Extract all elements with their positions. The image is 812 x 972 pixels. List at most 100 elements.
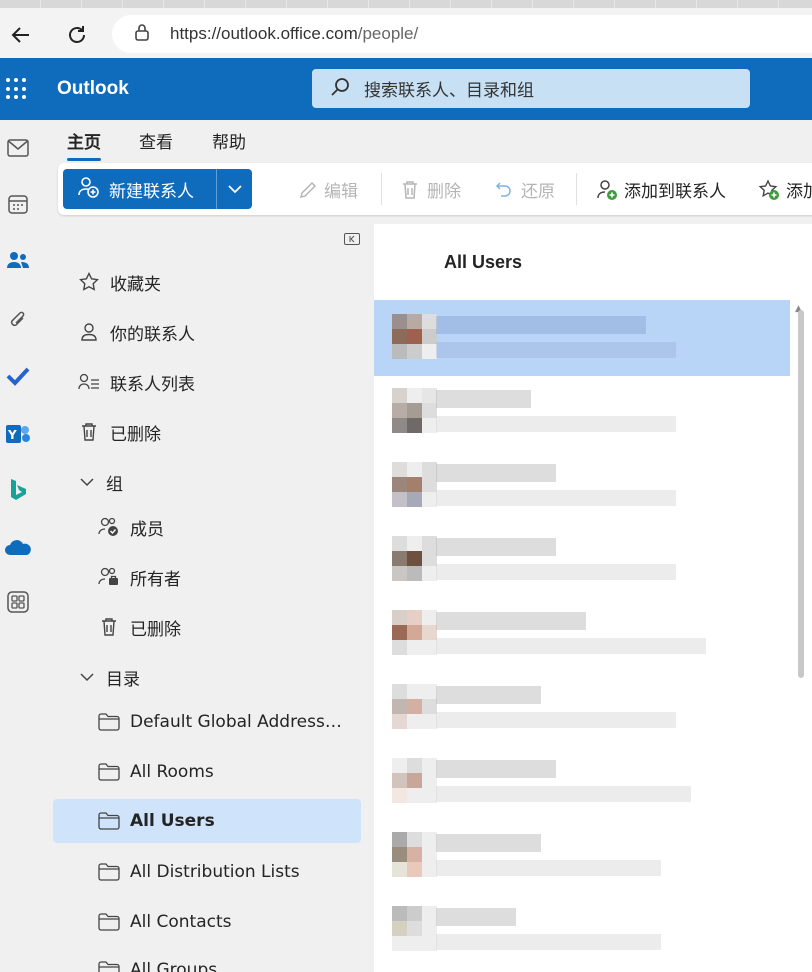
app-brand[interactable]: Outlook [57,78,129,100]
folder-all-groups[interactable]: All Groups [48,948,362,972]
add-partial-label: 添加 [786,182,812,202]
refresh-icon[interactable] [62,20,92,50]
redacted-detail [436,342,676,358]
folder-label: 所有者 [130,569,181,590]
url-text[interactable]: https://outlook.office.com/people/ [170,24,418,44]
people-icon[interactable] [4,246,32,274]
restore-button[interactable]: 还原 [495,177,555,202]
redacted-detail [436,786,691,802]
redacted-name [436,908,516,926]
bing-icon[interactable] [4,476,32,504]
todo-icon[interactable] [4,362,32,390]
folder-all-contacts[interactable]: All Contacts [48,900,362,944]
browser-tab-strip [0,0,812,8]
collapse-pane-icon[interactable] [344,230,360,249]
attachment-icon[interactable] [4,306,32,334]
app-launcher-icon[interactable] [6,78,28,100]
contact-row[interactable] [374,300,790,376]
mail-icon[interactable] [4,134,32,162]
contact-row[interactable] [374,670,790,746]
section-groups[interactable]: 组 [48,460,362,504]
edit-label: 编辑 [324,182,358,202]
avatar [392,758,437,804]
avatar [392,314,437,360]
redacted-detail [436,416,676,432]
lock-icon[interactable] [134,23,150,45]
redacted-name [436,760,556,778]
folder-members[interactable]: 成员 [48,505,362,549]
add-to-contacts-button[interactable]: 添加到联系人 [596,177,726,202]
folder-your-contacts[interactable]: 你的联系人 [48,310,362,354]
person-icon [78,321,100,343]
folder-label: 已删除 [110,424,161,445]
new-contact-button[interactable]: 新建联系人 [63,169,216,209]
edit-button[interactable]: 编辑 [298,177,358,202]
new-contact-split-button: 新建联系人 [63,169,252,209]
people-owner-icon [98,566,120,588]
add-person-icon [77,176,99,203]
delete-label: 删除 [427,182,461,202]
folder-deleted[interactable]: 已删除 [48,410,362,454]
chevron-down-icon [227,184,242,193]
onedrive-icon[interactable] [4,534,32,562]
contact-row[interactable] [374,818,790,894]
app-header: Outlook 搜索联系人、目录和组 [0,58,812,120]
section-directory[interactable]: 目录 [48,655,362,699]
search-box[interactable]: 搜索联系人、目录和组 [312,69,750,108]
yammer-icon[interactable]: Y [4,420,32,448]
list-title: All Users [444,252,523,272]
redacted-name [436,316,646,334]
folder-all-users[interactable]: All Users [53,799,361,843]
folder-label: All Users [130,811,215,831]
more-apps-icon[interactable] [4,588,32,616]
folder-icon [98,959,120,972]
undo-icon [495,181,511,197]
contact-row[interactable] [374,744,790,820]
redacted-name [436,538,556,556]
redacted-name [436,464,556,482]
ribbon-toolbar: 新建联系人 编辑 删除 还原 添加到联系人 添加 [58,163,812,215]
avatar [392,610,437,656]
folder-label: All Rooms [130,762,214,782]
avatar [392,536,437,582]
delete-button[interactable]: 删除 [401,177,461,202]
contact-row[interactable] [374,448,790,524]
folder-groups-deleted[interactable]: 已删除 [48,605,362,649]
tab-help[interactable]: 帮助 [212,128,246,153]
folder-icon [98,810,120,832]
folder-default-gal[interactable]: Default Global Address List [48,700,362,744]
folder-all-dls[interactable]: All Distribution Lists [48,850,362,894]
tab-view[interactable]: 查看 [139,128,173,153]
tab-home[interactable]: 主页 [67,128,101,161]
back-icon[interactable] [6,20,36,50]
folder-icon [98,911,120,933]
folder-owners[interactable]: 所有者 [48,555,362,599]
contact-list-pane: All Users ▲ [374,224,812,972]
folder-label: 你的联系人 [110,324,195,345]
contact-row[interactable] [374,522,790,598]
folder-icon [98,761,120,783]
new-contact-dropdown[interactable] [216,169,252,209]
folder-contact-lists[interactable]: 联系人列表 [48,360,362,404]
address-bar[interactable]: https://outlook.office.com/people/ [112,15,812,53]
scrollbar[interactable] [798,310,804,678]
folder-all-rooms[interactable]: All Rooms [48,750,362,794]
folder-label: Default Global Address List [130,712,344,732]
contact-row[interactable] [374,596,790,672]
pencil-icon [299,181,317,198]
contact-row[interactable] [374,374,790,450]
avatar [392,906,437,952]
redacted-detail [436,490,676,506]
folder-label: All Contacts [130,912,232,932]
app-rail: Y [0,120,48,972]
contact-row[interactable] [374,892,790,968]
calendar-icon[interactable] [4,190,32,218]
redacted-name [436,390,531,408]
people-check-icon [98,516,120,538]
folder-favorites[interactable]: 收藏夹 [48,260,362,304]
folder-label: All Groups [130,960,218,972]
add-to-favorites-button[interactable]: 添加 [758,177,812,202]
url-host: https://outlook.office.com [170,24,358,43]
avatar [392,462,437,508]
avatar [392,684,437,730]
